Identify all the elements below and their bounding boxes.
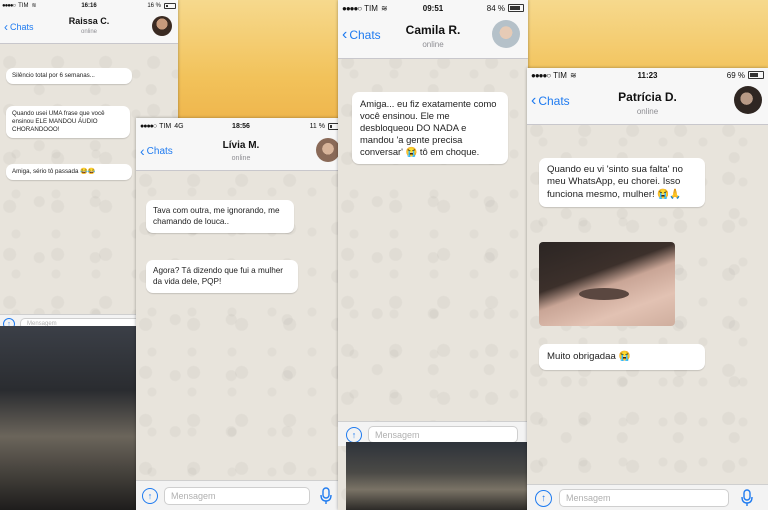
chat-wallpaper — [136, 118, 346, 510]
message-bubble: Quando eu vi 'sinto sua falta' no meu Wh… — [539, 158, 705, 207]
message-input[interactable]: Mensagem — [164, 487, 310, 505]
contact-avatar[interactable] — [492, 20, 520, 48]
input-placeholder: Mensagem — [375, 429, 420, 440]
message-input[interactable]: Mensagem — [559, 489, 729, 507]
chat-header: ‹ Chats Raissa C. online — [0, 11, 178, 44]
attach-icon[interactable]: ↑ — [142, 488, 158, 504]
contact-avatar[interactable] — [734, 86, 762, 114]
message-bubble: Amiga... eu fiz exatamente como você ens… — [352, 92, 508, 165]
battery-icon — [748, 71, 764, 79]
battery-percent: 84 % — [486, 3, 505, 13]
input-placeholder: Mensagem — [566, 493, 611, 503]
contact-status: online — [231, 155, 251, 162]
message-input[interactable]: Mensagem — [368, 426, 518, 443]
contact-avatar[interactable] — [152, 16, 172, 36]
chat-screen-patricia: ●●●●○ TIM ≋ 11:23 69 % ‹ Chats Patrícia … — [527, 68, 768, 510]
contact-name[interactable]: Lívia M. — [136, 140, 346, 151]
message-input-bar: ↑ Mensagem — [136, 480, 346, 510]
contact-avatar[interactable] — [316, 138, 340, 162]
contact-status: online — [80, 29, 97, 35]
message-input-bar: ↑ Mensagem — [527, 484, 768, 510]
chat-header: ‹ Chats Patrícia D. online — [527, 82, 768, 125]
chat-header: ‹ Chats Lívia M. online — [136, 134, 346, 171]
battery-percent: 11 % — [309, 122, 325, 130]
battery-percent: 16 % — [147, 2, 161, 9]
photo-eye-closeup — [539, 242, 675, 326]
microphone-icon[interactable] — [320, 487, 332, 505]
message-bubble: Agora? Tá dizendo que fui a mulher da vi… — [146, 260, 298, 293]
attach-icon[interactable]: ↑ — [535, 490, 552, 507]
contact-status: online — [636, 107, 659, 116]
input-placeholder: Mensagem — [171, 491, 216, 501]
battery-icon — [164, 2, 176, 9]
message-bubble: Quando usei UMA frase que você ensinou E… — [6, 106, 130, 138]
battery-icon — [508, 4, 524, 12]
battery-percent: 69 % — [726, 70, 745, 80]
message-bubble: Amiga, sério tô passada 😂😂 — [6, 164, 132, 180]
chat-screen-livia: ●●●●○ TIM 4G 18:56 11 % ‹ Chats Lívia M.… — [136, 118, 346, 510]
eye-shape — [579, 288, 629, 300]
status-bar: ●●●●○ TIM ≋ 09:51 84 % — [338, 0, 528, 16]
message-bubble: Silêncio total por 6 semanas... — [6, 68, 132, 84]
photo-book-pages — [346, 442, 528, 510]
message-bubble: Muito obrigadaa 😭 — [539, 344, 705, 371]
status-bar: ●●●●○ TIM ≋ 16:16 16 % — [0, 0, 178, 11]
contact-name[interactable]: Patrícia D. — [527, 90, 768, 104]
attach-icon[interactable]: ↑ — [346, 427, 362, 443]
status-bar: ●●●●○ TIM ≋ 11:23 69 % — [527, 68, 768, 82]
microphone-icon[interactable] — [741, 489, 753, 507]
chat-screen-camila: ●●●●○ TIM ≋ 09:51 84 % ‹ Chats Camila R.… — [338, 0, 528, 510]
chat-header: ‹ Chats Camila R. online — [338, 16, 528, 59]
status-bar: ●●●●○ TIM 4G 18:56 11 % — [136, 118, 346, 134]
message-bubble: Tava com outra, me ignorando, me chamand… — [146, 200, 294, 233]
